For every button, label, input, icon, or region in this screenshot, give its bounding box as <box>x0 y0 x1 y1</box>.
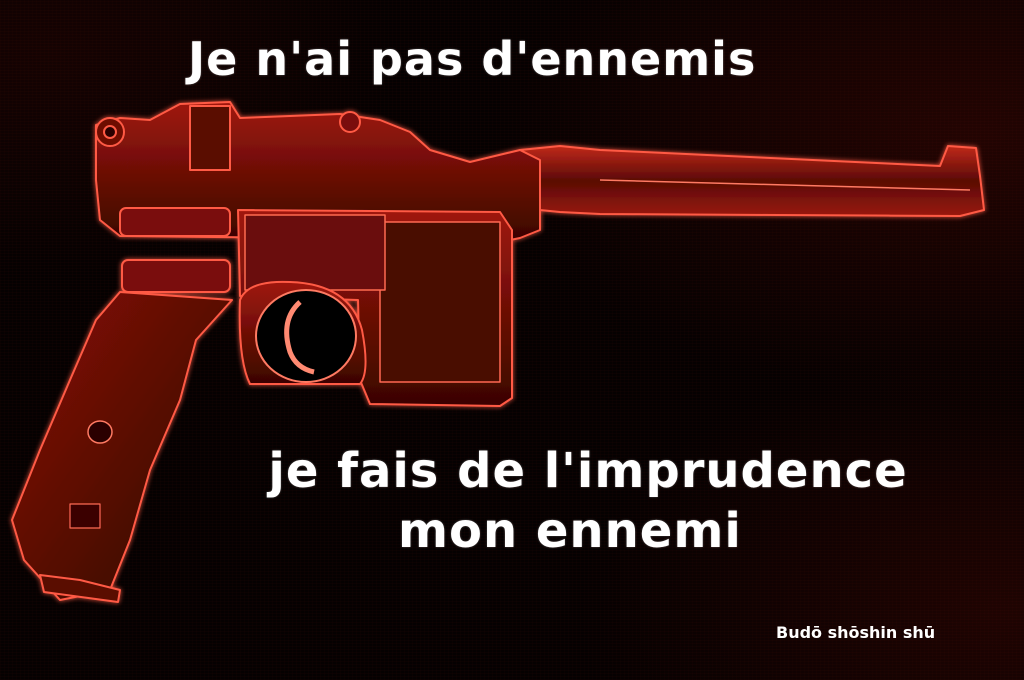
quote-line-2: je fais de l'imprudence <box>268 443 908 499</box>
pistol-barrel <box>519 145 985 217</box>
quote-line-3: mon ennemi <box>398 503 742 559</box>
poster: Je n'ai pas d'ennemis je fais de l'impru… <box>0 0 1024 680</box>
attribution: Budō shōshin shū <box>776 623 936 642</box>
pistol-grip <box>11 291 233 601</box>
pistol-icon <box>11 101 985 603</box>
quote-line-1: Je n'ai pas d'ennemis <box>188 32 757 86</box>
